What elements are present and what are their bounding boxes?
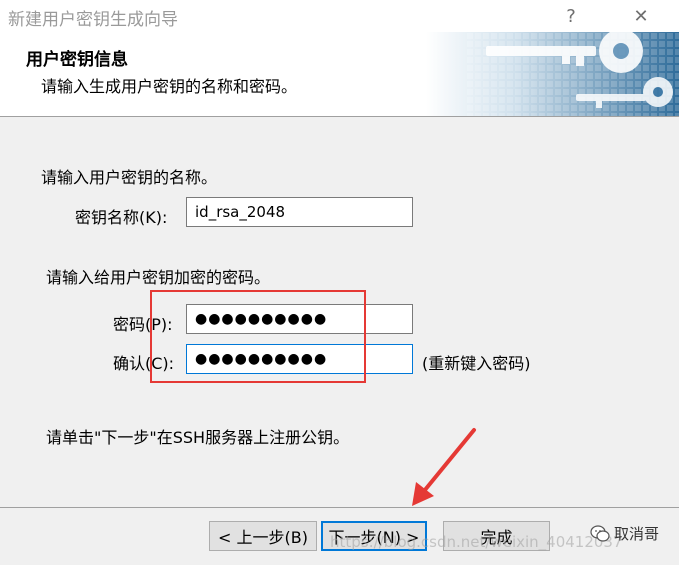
close-icon: ✕ xyxy=(633,5,649,27)
help-icon: ? xyxy=(566,5,576,27)
confirm-label: 确认(C): xyxy=(113,354,175,373)
header-title: 用户密钥信息 xyxy=(26,50,128,70)
keys-banner-image xyxy=(426,32,679,116)
window-title: 新建用户密钥生成向导 xyxy=(8,10,178,30)
back-button[interactable]: < 上一步(B) xyxy=(209,521,317,551)
wizard-header: 用户密钥信息 请输入生成用户密钥的名称和密码。 xyxy=(0,32,679,117)
annotation-arrow-icon xyxy=(412,428,476,506)
name-prompt: 请输入用户密钥的名称。 xyxy=(41,168,218,187)
close-button[interactable]: ✕ xyxy=(618,0,664,32)
confirm-hint: (重新键入密码) xyxy=(422,354,531,373)
instruction-text: 请单击"下一步"在SSH服务器上注册公钥。 xyxy=(46,428,350,447)
next-button[interactable]: 下一步(N) > xyxy=(321,521,427,551)
key-name-label: 密钥名称(K): xyxy=(75,208,168,227)
footer-divider xyxy=(0,507,679,508)
confirm-password-input[interactable]: ●●●●●●●●●● xyxy=(186,344,413,374)
title-bar: 新建用户密钥生成向导 ? ✕ xyxy=(0,0,679,32)
password-label: 密码(P): xyxy=(113,315,173,334)
help-button[interactable]: ? xyxy=(548,0,594,32)
wechat-account-name: 取消哥 xyxy=(614,525,660,543)
wechat-tag: 取消哥 xyxy=(590,523,659,544)
wechat-icon xyxy=(590,524,610,542)
key-name-input[interactable]: id_rsa_2048 xyxy=(186,197,413,227)
password-input[interactable]: ●●●●●●●●●● xyxy=(186,304,413,334)
finish-button[interactable]: 完成 xyxy=(443,521,550,551)
header-subtitle: 请输入生成用户密钥的名称和密码。 xyxy=(41,77,298,96)
password-prompt: 请输入给用户密钥加密的密码。 xyxy=(46,268,271,287)
